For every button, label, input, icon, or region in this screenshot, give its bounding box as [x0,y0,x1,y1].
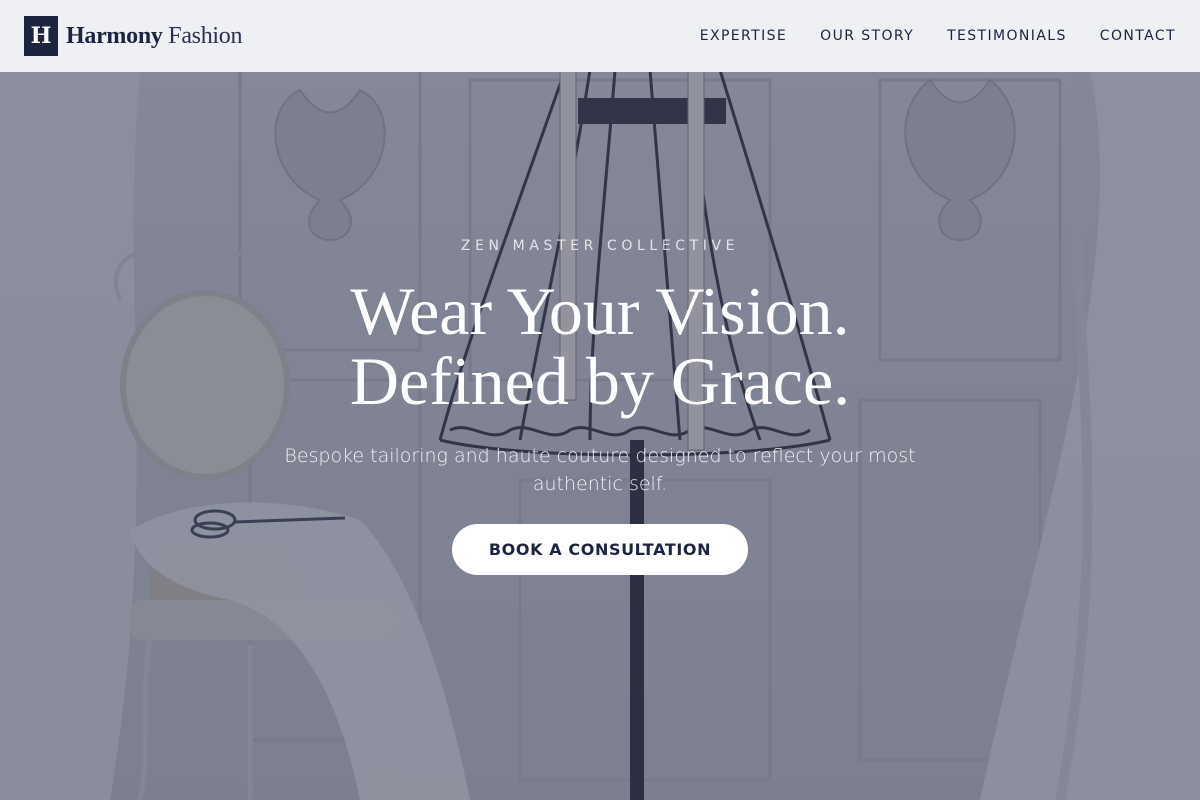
hero-section: ZEN MASTER COLLECTIVE Wear Your Vision. … [0,0,1200,800]
brand-name-light: Fashion [168,22,243,49]
nav-link-contact[interactable]: CONTACT [1100,28,1176,44]
nav-link-expertise[interactable]: EXPERTISE [700,28,787,44]
nav-link-our-story[interactable]: OUR STORY [820,28,914,44]
brand-name-bold: Harmony [66,22,163,49]
hero-eyebrow: ZEN MASTER COLLECTIVE [460,238,740,254]
hero-headline-line-2: Defined by Grace. [349,343,851,419]
page: H Harmony Fashion EXPERTISE OUR STORY TE… [0,0,1200,800]
brand-name: Harmony Fashion [66,23,242,50]
book-consultation-button[interactable]: BOOK A CONSULTATION [452,524,748,575]
brand-logo-link[interactable]: H Harmony Fashion [24,16,242,56]
nav-link-testimonials[interactable]: TESTIMONIALS [947,28,1067,44]
site-header: H Harmony Fashion EXPERTISE OUR STORY TE… [0,0,1200,72]
hero-subtitle: Bespoke tailoring and haute couture desi… [284,445,916,495]
hero-headline: Wear Your Vision. Defined by Grace. [0,276,1200,416]
hero-headline-line-1: Wear Your Vision. [350,273,850,349]
main-nav: EXPERTISE OUR STORY TESTIMONIALS CONTACT [700,28,1176,44]
brand-mark-icon: H [24,16,58,56]
